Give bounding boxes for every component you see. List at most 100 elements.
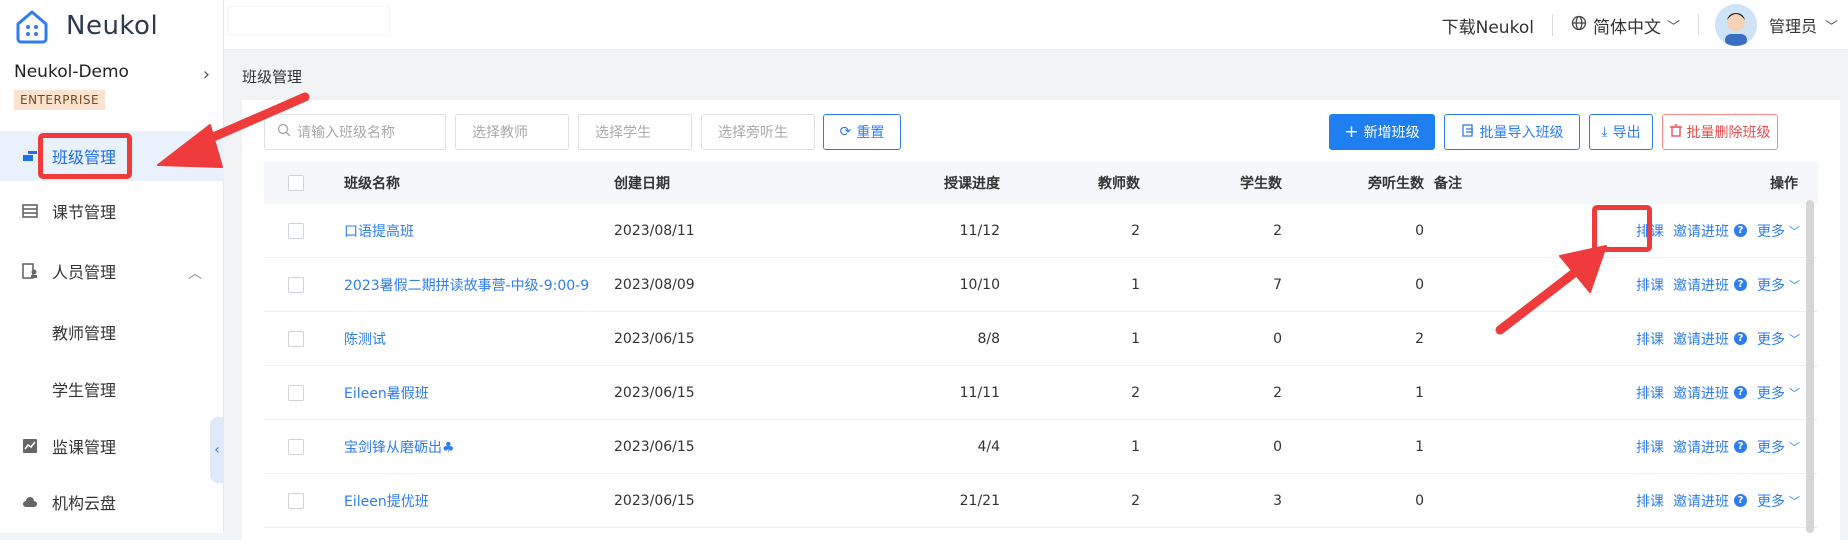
teacher-count: 1 bbox=[1131, 276, 1140, 293]
breadcrumb: 班级管理 bbox=[242, 68, 303, 86]
more-dropdown[interactable]: 更多 bbox=[1757, 491, 1785, 511]
download-link[interactable]: 下载Neukol bbox=[1424, 13, 1552, 38]
help-icon[interactable]: ? bbox=[1734, 440, 1747, 453]
student-count: 3 bbox=[1273, 492, 1282, 509]
row-checkbox[interactable] bbox=[288, 384, 304, 401]
class-icon bbox=[22, 148, 38, 164]
add-class-button[interactable]: + 新增班级 bbox=[1329, 114, 1435, 150]
more-dropdown[interactable]: 更多 bbox=[1757, 383, 1785, 403]
sidebar-item-label: 人员管理 bbox=[52, 263, 117, 282]
col-auditors: 旁听生数 bbox=[1368, 176, 1424, 192]
progress: 4/4 bbox=[977, 438, 1000, 455]
more-dropdown[interactable]: 更多 bbox=[1757, 275, 1785, 295]
org-switcher[interactable]: Neukol-Demo › ENTERPRISE bbox=[14, 62, 210, 110]
teacher-count: 2 bbox=[1131, 492, 1140, 509]
row-checkbox[interactable] bbox=[288, 330, 304, 347]
row-checkbox[interactable] bbox=[288, 438, 304, 455]
student-count: 0 bbox=[1273, 330, 1282, 347]
auditor-count: 0 bbox=[1415, 492, 1424, 509]
table-scrollbar[interactable] bbox=[1806, 200, 1814, 533]
batch-delete-label: 批量删除班级 bbox=[1686, 125, 1771, 141]
invite-link[interactable]: 邀请进班 bbox=[1673, 383, 1729, 403]
created-date: 2023/06/15 bbox=[614, 330, 695, 347]
row-actions: 排课 邀请进班 ? 更多 ﹀ bbox=[1636, 329, 1800, 349]
help-icon[interactable]: ? bbox=[1734, 332, 1747, 345]
export-button[interactable]: ⤓ 导出 bbox=[1589, 114, 1653, 150]
header-search-area bbox=[228, 6, 390, 36]
class-name-link[interactable]: Eileen暑假班 bbox=[344, 383, 429, 403]
avatar[interactable] bbox=[1714, 4, 1757, 46]
export-label: 导出 bbox=[1612, 125, 1641, 141]
class-name-search-input[interactable]: 请输入班级名称 bbox=[264, 114, 446, 150]
chevron-left-icon: ‹ bbox=[214, 442, 220, 458]
sidebar-collapse-button[interactable]: ‹ bbox=[210, 417, 224, 483]
more-dropdown[interactable]: 更多 bbox=[1757, 437, 1785, 457]
select-all-checkbox[interactable] bbox=[288, 175, 304, 191]
row-actions: 排课 邀请进班 ? 更多 ﹀ bbox=[1636, 275, 1800, 295]
invite-link[interactable]: 邀请进班 bbox=[1673, 275, 1729, 295]
plan-badge: ENTERPRISE bbox=[14, 90, 106, 110]
annotation-highlight-class-mgmt bbox=[38, 133, 132, 179]
more-dropdown[interactable]: 更多 bbox=[1757, 221, 1785, 241]
student-count: 2 bbox=[1273, 384, 1282, 401]
batch-import-button[interactable]: 批量导入班级 bbox=[1444, 114, 1580, 150]
class-name-link[interactable]: 宝剑锋从磨砺出♣ bbox=[344, 437, 455, 457]
sidebar-item-people-mgmt[interactable]: 人员管理 ︿ bbox=[0, 246, 224, 296]
teacher-select[interactable]: 选择教师 bbox=[455, 114, 569, 150]
plus-icon: + bbox=[1344, 122, 1359, 142]
batch-delete-button[interactable]: 批量删除班级 bbox=[1662, 114, 1778, 150]
chevron-down-icon: ﹀ bbox=[1789, 440, 1800, 454]
student-select[interactable]: 选择学生 bbox=[578, 114, 692, 150]
brand[interactable]: Neukol bbox=[10, 4, 158, 48]
progress: 21/21 bbox=[959, 492, 1000, 509]
user-name[interactable]: 管理员 bbox=[1769, 13, 1817, 37]
neukol-logo-icon bbox=[10, 4, 54, 48]
add-class-label: 新增班级 bbox=[1363, 125, 1420, 141]
help-icon[interactable]: ? bbox=[1734, 224, 1747, 237]
created-date: 2023/06/15 bbox=[614, 492, 695, 509]
invite-link[interactable]: 邀请进班 bbox=[1673, 221, 1729, 241]
auditor-select[interactable]: 选择旁听生 bbox=[701, 114, 815, 150]
class-name-link[interactable]: Eileen提优班 bbox=[344, 491, 429, 511]
progress: 8/8 bbox=[977, 330, 1000, 347]
sidebar-item-student-mgmt[interactable]: 学生管理 bbox=[0, 364, 224, 414]
invite-link[interactable]: 邀请进班 bbox=[1673, 491, 1729, 511]
help-icon[interactable]: ? bbox=[1734, 386, 1747, 399]
more-dropdown[interactable]: 更多 bbox=[1757, 329, 1785, 349]
sidebar-item-lesson-mgmt[interactable]: 课节管理 bbox=[0, 186, 224, 236]
sidebar-item-label: 学生管理 bbox=[52, 381, 117, 400]
sidebar-item-cloud[interactable]: 机构云盘 bbox=[0, 477, 224, 527]
col-teachers: 教师数 bbox=[1098, 176, 1140, 192]
help-icon[interactable]: ? bbox=[1734, 494, 1747, 507]
col-students: 学生数 bbox=[1240, 176, 1282, 192]
schedule-link[interactable]: 排课 bbox=[1636, 329, 1664, 349]
schedule-link[interactable]: 排课 bbox=[1636, 275, 1664, 295]
row-actions: 排课 邀请进班 ? 更多 ﹀ bbox=[1636, 383, 1800, 403]
invite-link[interactable]: 邀请进班 bbox=[1673, 329, 1729, 349]
reset-label: 重置 bbox=[856, 125, 885, 141]
schedule-link[interactable]: 排课 bbox=[1636, 437, 1664, 457]
reset-button[interactable]: ⟳ 重置 bbox=[823, 114, 901, 150]
batch-import-label: 批量导入班级 bbox=[1479, 125, 1564, 141]
schedule-link[interactable]: 排课 bbox=[1636, 491, 1664, 511]
invite-link[interactable]: 邀请进班 bbox=[1673, 437, 1729, 457]
sidebar-item-supervise-mgmt[interactable]: 监课管理 bbox=[0, 421, 224, 471]
class-name-link[interactable]: 2023暑假二期拼读故事营-中级-9:00-9 bbox=[344, 275, 589, 295]
created-date: 2023/06/15 bbox=[614, 384, 695, 401]
search-icon bbox=[277, 123, 291, 141]
row-checkbox[interactable] bbox=[288, 276, 304, 293]
class-name-link[interactable]: 口语提高班 bbox=[344, 221, 414, 241]
table-row: 口语提高班 2023/08/11 11/12 2 2 0 排课 邀请进班 ? 更… bbox=[264, 204, 1818, 258]
sidebar-item-teacher-mgmt[interactable]: 教师管理 bbox=[0, 307, 224, 357]
globe-icon bbox=[1571, 15, 1587, 36]
col-ops: 操作 bbox=[1770, 176, 1798, 192]
help-icon[interactable]: ? bbox=[1734, 278, 1747, 291]
row-checkbox[interactable] bbox=[288, 222, 304, 239]
import-icon bbox=[1461, 123, 1475, 141]
row-checkbox[interactable] bbox=[288, 492, 304, 509]
class-name-link[interactable]: 陈测试 bbox=[344, 329, 386, 349]
schedule-link[interactable]: 排课 bbox=[1636, 383, 1664, 403]
student-count: 7 bbox=[1273, 276, 1282, 293]
auditor-placeholder: 选择旁听生 bbox=[718, 125, 788, 141]
language-selector[interactable]: 简体中文 ﹀ bbox=[1553, 13, 1698, 38]
